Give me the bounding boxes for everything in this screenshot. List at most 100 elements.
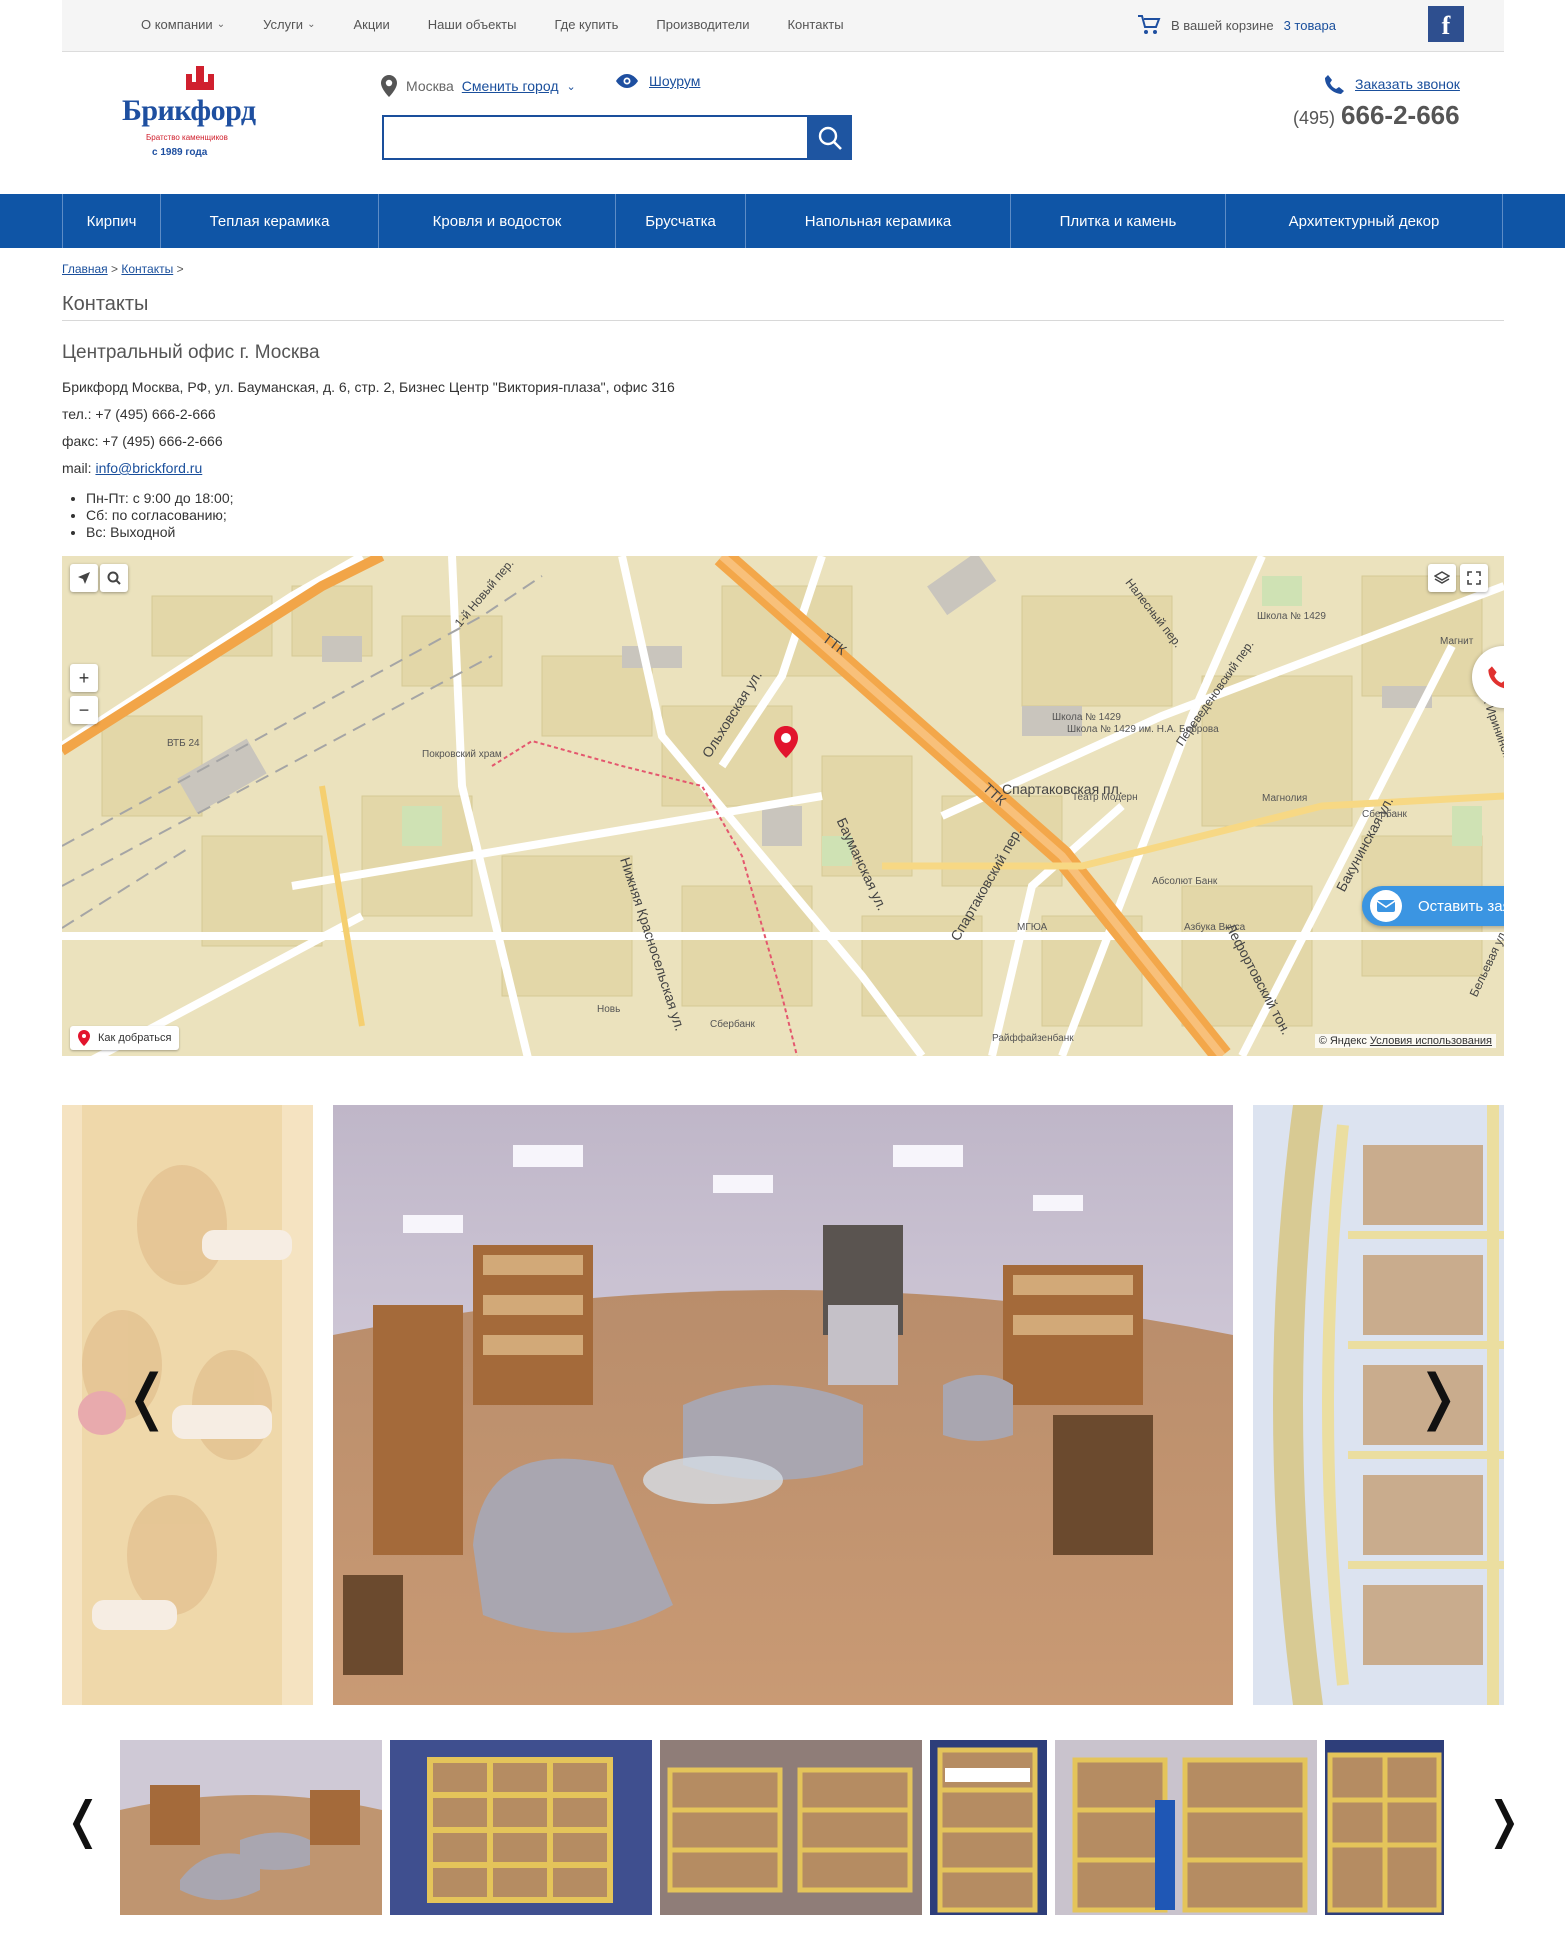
gallery-thumbnail[interactable] bbox=[120, 1740, 382, 1915]
map-base bbox=[62, 556, 1504, 1056]
map-poi: Магнит bbox=[1440, 636, 1474, 647]
title-divider bbox=[62, 320, 1504, 321]
gallery-prev-slide[interactable]: ❬ bbox=[62, 1105, 313, 1705]
yandex-map[interactable]: ТТК ТТК Бауманская ул. Нижняя Красносель… bbox=[62, 556, 1504, 1056]
facebook-icon[interactable]: f bbox=[1428, 6, 1464, 42]
map-search-button[interactable] bbox=[100, 564, 128, 592]
topnav-manufacturers[interactable]: Производители bbox=[656, 17, 749, 32]
chevron-down-icon[interactable]: ⌄ bbox=[566, 80, 575, 93]
nav-warm-ceramics[interactable]: Теплая керамика bbox=[160, 194, 378, 248]
gallery-prev-arrow[interactable]: ❬ bbox=[122, 1367, 172, 1427]
gallery-thumbnail[interactable] bbox=[660, 1740, 922, 1915]
hours-item: Пн-Пт: с 9:00 до 18:00; bbox=[86, 490, 234, 507]
cart-link[interactable]: В вашей корзине 3 товара bbox=[1137, 14, 1336, 36]
logo[interactable]: Брикфорд Братство каменщиков с 1989 года bbox=[122, 64, 277, 164]
thumbnail-image bbox=[1325, 1740, 1444, 1915]
callback-link[interactable]: Заказать звонок bbox=[1323, 73, 1460, 95]
thumbs-prev-arrow[interactable]: ❬ bbox=[62, 1795, 104, 1845]
map-poi: Школа № 1429 bbox=[1257, 611, 1326, 622]
map-poi: ВТБ 24 bbox=[167, 738, 200, 749]
copyright-text: © Яндекс bbox=[1318, 1035, 1367, 1047]
map-poi: Сбербанк bbox=[710, 1019, 755, 1030]
mail-link[interactable]: info@brickford.ru bbox=[95, 460, 202, 476]
map-poi: Школа № 1429 им. Н.А. Боброва bbox=[1067, 724, 1219, 735]
nav-tile-stone[interactable]: Плитка и камень bbox=[1010, 194, 1225, 248]
search-icon bbox=[107, 571, 121, 585]
nav-label: Брусчатка bbox=[645, 212, 716, 230]
topnav-services[interactable]: Услуги ⌄ bbox=[263, 17, 315, 32]
showroom-link[interactable]: Шоурум bbox=[615, 73, 700, 89]
change-city-link[interactable]: Сменить город bbox=[462, 78, 559, 94]
topnav-promos[interactable]: Акции bbox=[353, 17, 389, 32]
nav-paving[interactable]: Брусчатка bbox=[615, 194, 745, 248]
request-button[interactable]: Оставить заявку bbox=[1362, 886, 1504, 926]
gallery-next-arrow[interactable]: ❭ bbox=[1413, 1367, 1463, 1427]
gallery-main-slide[interactable] bbox=[333, 1105, 1233, 1705]
minus-icon: − bbox=[78, 699, 90, 720]
main-nav: Кирпич Теплая керамика Кровля и водосток… bbox=[0, 194, 1565, 248]
search-input[interactable] bbox=[384, 117, 804, 158]
nav-label: Кровля и водосток bbox=[432, 212, 562, 230]
nav-brick[interactable]: Кирпич bbox=[62, 194, 160, 248]
map-poi: МГЮА bbox=[1017, 922, 1048, 933]
topnav-contacts-label: Контакты bbox=[787, 17, 844, 32]
route-button[interactable]: Как добраться bbox=[70, 1026, 180, 1050]
current-city: Москва bbox=[406, 78, 454, 94]
topnav-contacts[interactable]: Контакты bbox=[787, 17, 843, 32]
map-poi: Новь bbox=[597, 1004, 621, 1015]
nav-floor-ceramics[interactable]: Напольная керамика bbox=[745, 194, 1010, 248]
thumbnail-image bbox=[660, 1740, 922, 1915]
map-poi: Азбука Вкуса bbox=[1184, 922, 1246, 933]
nav-roofing[interactable]: Кровля и водосток bbox=[378, 194, 615, 248]
thumbnail-image bbox=[930, 1740, 1047, 1915]
fax-value: +7 (495) 666-2-666 bbox=[102, 433, 223, 449]
nav-arch-decor[interactable]: Архитектурный декор bbox=[1225, 194, 1503, 248]
gallery-thumbnail[interactable] bbox=[930, 1740, 1047, 1915]
logo-word: Брикфорд bbox=[122, 94, 256, 127]
nav-label: Плитка и камень bbox=[1059, 212, 1177, 230]
topnav-where-buy-label: Где купить bbox=[554, 17, 619, 32]
topnav-services-label: Услуги bbox=[263, 17, 304, 32]
topnav-where-buy[interactable]: Где купить bbox=[554, 17, 618, 32]
fullscreen-button[interactable] bbox=[1460, 564, 1488, 592]
office-tel: тел.: +7 (495) 666-2-666 bbox=[62, 406, 216, 422]
office-mail: mail: info@brickford.ru bbox=[62, 460, 202, 476]
topnav-projects[interactable]: Наши объекты bbox=[428, 17, 517, 32]
location-pin-icon bbox=[381, 75, 397, 97]
gallery-next-slide[interactable]: ❭ bbox=[1253, 1105, 1504, 1705]
map-poi: Райффайзенбанк bbox=[992, 1033, 1074, 1044]
topnav-about[interactable]: О компании ⌄ bbox=[141, 17, 225, 32]
topnav-about-label: О компании bbox=[141, 17, 213, 32]
search-button[interactable] bbox=[807, 115, 852, 160]
thumbs-next-arrow[interactable]: ❭ bbox=[1483, 1795, 1525, 1845]
gallery-thumbnail[interactable] bbox=[1325, 1740, 1444, 1915]
zoom-in-button[interactable]: + bbox=[70, 664, 98, 692]
geolocation-button[interactable] bbox=[70, 564, 98, 592]
hours-item: Сб: по согласованию; bbox=[86, 507, 234, 524]
top-nav: О компании ⌄ Услуги ⌄ Акции Наши объекты Г… bbox=[141, 17, 882, 32]
gallery-thumbnail[interactable] bbox=[390, 1740, 652, 1915]
cart-count[interactable]: 3 товара bbox=[1284, 18, 1336, 33]
map-poi: Сбербанк bbox=[1362, 809, 1407, 820]
cart-icon bbox=[1138, 15, 1161, 34]
phone-icon bbox=[1325, 75, 1344, 94]
zoom-out-button[interactable]: − bbox=[70, 696, 98, 724]
map-poi: Абсолют Банк bbox=[1152, 876, 1218, 887]
geolocation-icon bbox=[78, 572, 90, 584]
city-selector: Москва Сменить город ⌄ bbox=[380, 74, 576, 98]
callback-label: Заказать звонок bbox=[1355, 76, 1460, 92]
gallery-thumbnail[interactable] bbox=[1055, 1740, 1317, 1915]
layers-button[interactable] bbox=[1428, 564, 1456, 592]
breadcrumb-home[interactable]: Главная bbox=[62, 262, 108, 276]
nav-label: Кирпич bbox=[86, 212, 137, 230]
terms-link[interactable]: Условия использования bbox=[1370, 1035, 1492, 1047]
office-heading: Центральный офис г. Москва bbox=[62, 342, 320, 363]
eye-icon bbox=[616, 74, 638, 88]
page-title: Контакты bbox=[62, 293, 149, 315]
nav-label: Напольная керамика bbox=[804, 212, 952, 230]
fax-label: факс: bbox=[62, 433, 99, 449]
breadcrumb-current[interactable]: Контакты bbox=[121, 262, 173, 276]
search-box bbox=[382, 115, 852, 160]
route-label: Как добраться bbox=[98, 1032, 172, 1044]
logo-tagline: Братство каменщиков bbox=[146, 133, 228, 142]
